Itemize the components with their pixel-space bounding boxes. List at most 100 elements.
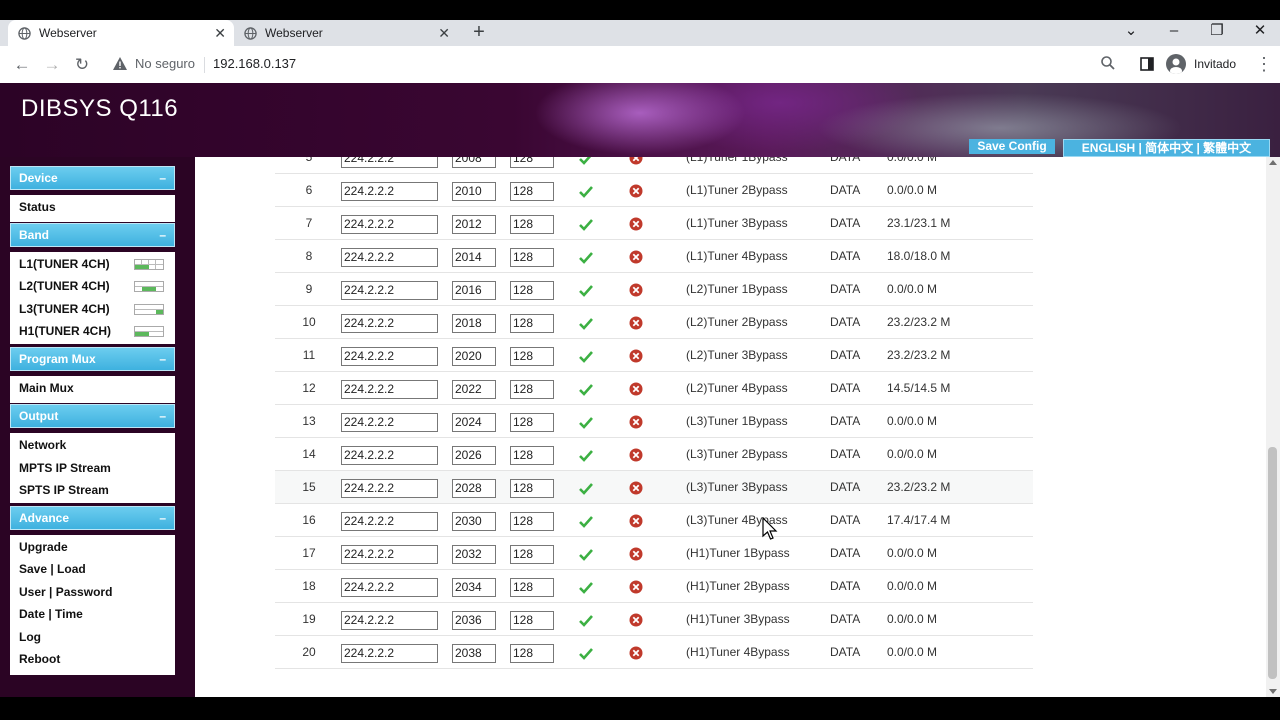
delete-icon[interactable] <box>629 448 643 462</box>
delete-icon[interactable] <box>629 283 643 297</box>
multicast-ip-input[interactable]: 224.2.2.2 <box>341 314 438 333</box>
delete-icon[interactable] <box>629 613 643 627</box>
ttl-input[interactable]: 128 <box>510 446 554 465</box>
ttl-input[interactable]: 128 <box>510 611 554 630</box>
port-input[interactable]: 2028 <box>452 479 496 498</box>
sidebar-item-reboot[interactable]: Reboot <box>19 652 60 666</box>
close-tab-icon[interactable]: ✕ <box>214 25 226 42</box>
more-menu-icon[interactable]: ⋮ <box>1255 54 1273 75</box>
warning-icon[interactable] <box>112 56 128 72</box>
new-tab-button[interactable]: + <box>470 20 488 46</box>
check-icon[interactable] <box>579 615 593 627</box>
security-label[interactable]: No seguro <box>135 56 195 71</box>
port-input[interactable]: 2010 <box>452 182 496 201</box>
check-icon[interactable] <box>579 384 593 396</box>
reload-icon[interactable]: ↻ <box>72 55 92 75</box>
check-icon[interactable] <box>579 186 593 198</box>
zoom-icon[interactable] <box>1100 55 1116 71</box>
port-input[interactable]: 2036 <box>452 611 496 630</box>
delete-icon[interactable] <box>629 157 643 165</box>
ttl-input[interactable]: 128 <box>510 545 554 564</box>
delete-icon[interactable] <box>629 415 643 429</box>
scrollbar-thumb[interactable] <box>1268 447 1277 679</box>
port-input[interactable]: 2008 <box>452 157 496 168</box>
multicast-ip-input[interactable]: 224.2.2.2 <box>341 248 438 267</box>
multicast-ip-input[interactable]: 224.2.2.2 <box>341 347 438 366</box>
forward-arrow-icon[interactable]: → <box>42 55 62 75</box>
collapse-icon[interactable]: – <box>159 224 166 246</box>
port-input[interactable]: 2026 <box>452 446 496 465</box>
port-input[interactable]: 2030 <box>452 512 496 531</box>
multicast-ip-input[interactable]: 224.2.2.2 <box>341 545 438 564</box>
port-input[interactable]: 2012 <box>452 215 496 234</box>
sidebar-item-mpts[interactable]: MPTS IP Stream <box>19 461 111 475</box>
delete-icon[interactable] <box>629 250 643 264</box>
delete-icon[interactable] <box>629 316 643 330</box>
sidebar-item-l3[interactable]: L3(TUNER 4CH) <box>19 302 110 316</box>
delete-icon[interactable] <box>629 184 643 198</box>
port-input[interactable]: 2032 <box>452 545 496 564</box>
sidebar-item-status[interactable]: Status <box>19 200 56 214</box>
ttl-input[interactable]: 128 <box>510 248 554 267</box>
sidebar-item-user-password[interactable]: User | Password <box>19 585 112 599</box>
sidebar-section-advance[interactable]: Advance – <box>10 506 175 530</box>
check-icon[interactable] <box>579 351 593 363</box>
port-input[interactable]: 2014 <box>452 248 496 267</box>
browser-tab-2[interactable]: Webserver ✕ <box>234 20 458 46</box>
sidebar-section-program-mux[interactable]: Program Mux – <box>10 347 175 371</box>
delete-icon[interactable] <box>629 481 643 495</box>
ttl-input[interactable]: 128 <box>510 380 554 399</box>
multicast-ip-input[interactable]: 224.2.2.2 <box>341 182 438 201</box>
ttl-input[interactable]: 128 <box>510 644 554 663</box>
multicast-ip-input[interactable]: 224.2.2.2 <box>341 215 438 234</box>
close-tab-icon[interactable]: ✕ <box>438 25 450 42</box>
port-input[interactable]: 2022 <box>452 380 496 399</box>
check-icon[interactable] <box>579 318 593 330</box>
sidebar-item-l1[interactable]: L1(TUNER 4CH) <box>19 257 110 271</box>
sidebar-item-network[interactable]: Network <box>19 438 66 452</box>
multicast-ip-input[interactable]: 224.2.2.2 <box>341 380 438 399</box>
scrollbar[interactable] <box>1266 157 1280 697</box>
check-icon[interactable] <box>579 450 593 462</box>
delete-icon[interactable] <box>629 646 643 660</box>
multicast-ip-input[interactable]: 224.2.2.2 <box>341 644 438 663</box>
port-input[interactable]: 2034 <box>452 578 496 597</box>
check-icon[interactable] <box>579 549 593 561</box>
ttl-input[interactable]: 128 <box>510 157 554 168</box>
delete-icon[interactable] <box>629 580 643 594</box>
sidebar-section-band[interactable]: Band – <box>10 223 175 247</box>
profile-button[interactable]: Invitado <box>1166 54 1236 74</box>
multicast-ip-input[interactable]: 224.2.2.2 <box>341 512 438 531</box>
check-icon[interactable] <box>579 219 593 231</box>
ttl-input[interactable]: 128 <box>510 413 554 432</box>
ttl-input[interactable]: 128 <box>510 512 554 531</box>
ttl-input[interactable]: 128 <box>510 215 554 234</box>
check-icon[interactable] <box>579 252 593 264</box>
url-text[interactable]: 192.168.0.137 <box>213 56 296 71</box>
port-input[interactable]: 2038 <box>452 644 496 663</box>
check-icon[interactable] <box>579 157 593 165</box>
sidebar-item-l2[interactable]: L2(TUNER 4CH) <box>19 279 110 293</box>
delete-icon[interactable] <box>629 382 643 396</box>
minimize-icon[interactable]: – <box>1154 20 1194 46</box>
multicast-ip-input[interactable]: 224.2.2.2 <box>341 446 438 465</box>
delete-icon[interactable] <box>629 514 643 528</box>
multicast-ip-input[interactable]: 224.2.2.2 <box>341 281 438 300</box>
sidebar-item-upgrade[interactable]: Upgrade <box>19 540 68 554</box>
side-panel-icon[interactable] <box>1140 57 1154 71</box>
port-input[interactable]: 2020 <box>452 347 496 366</box>
scroll-up-icon[interactable] <box>1269 160 1277 165</box>
tab-search-chevron-icon[interactable]: ⌄ <box>1111 20 1151 46</box>
collapse-icon[interactable]: – <box>159 348 166 370</box>
ttl-input[interactable]: 128 <box>510 314 554 333</box>
save-config-button[interactable]: Save Config <box>969 139 1055 154</box>
port-input[interactable]: 2016 <box>452 281 496 300</box>
sidebar-section-output[interactable]: Output – <box>10 404 175 428</box>
sidebar-item-save-load[interactable]: Save | Load <box>19 562 86 576</box>
multicast-ip-input[interactable]: 224.2.2.2 <box>341 157 438 168</box>
language-selector[interactable]: ENGLISH | 简体中文 | 繁體中文 <box>1063 139 1270 157</box>
sidebar-item-h1[interactable]: H1(TUNER 4CH) <box>19 324 111 338</box>
ttl-input[interactable]: 128 <box>510 479 554 498</box>
sidebar-item-main-mux[interactable]: Main Mux <box>19 381 74 395</box>
multicast-ip-input[interactable]: 224.2.2.2 <box>341 413 438 432</box>
